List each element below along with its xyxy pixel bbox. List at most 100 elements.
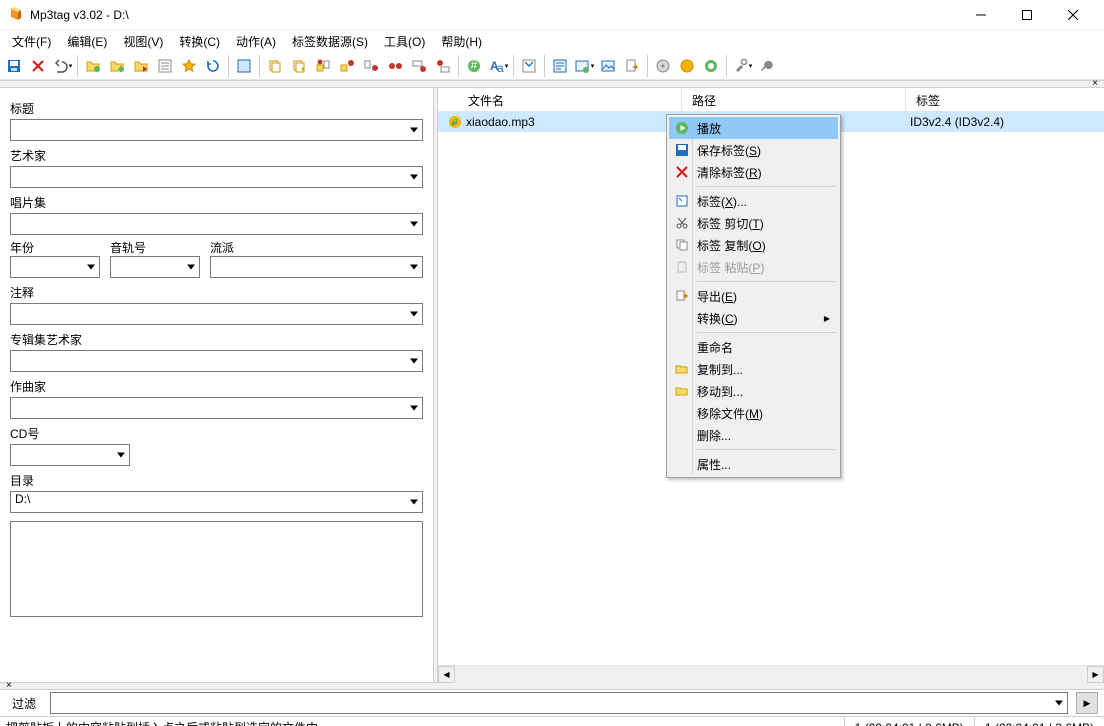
filter-close-x-icon[interactable]: × <box>6 682 12 690</box>
field-title[interactable] <box>10 119 423 141</box>
tb-move-icon[interactable] <box>287 54 311 78</box>
field-directory[interactable]: D:\ <box>10 491 423 513</box>
menu-tagsrc[interactable]: 标签数据源(S) <box>284 31 376 52</box>
tb-folder-add-icon[interactable] <box>105 54 129 78</box>
ctx-copy[interactable]: 标签 复制(O) <box>669 234 838 256</box>
ctx-copy-to[interactable]: 复制到... <box>669 358 838 380</box>
tb-copy-icon[interactable] <box>263 54 287 78</box>
svg-text:a: a <box>497 61 504 74</box>
col-tag[interactable]: 标签 <box>906 88 1104 111</box>
field-album[interactable] <box>10 213 423 235</box>
field-comment[interactable] <box>10 303 423 325</box>
tb-tag2file-2-icon[interactable] <box>335 54 359 78</box>
menu-help[interactable]: 帮助(H) <box>433 31 490 52</box>
content-area: 标题 艺术家 唱片集 年份 音轨号 流派 注释 专辑集艺术家 作曲家 CD号 目… <box>0 88 1104 682</box>
ctx-remove-file[interactable]: 移除文件(M) <box>669 402 838 424</box>
ctx-delete[interactable]: 删除... <box>669 424 838 446</box>
menu-edit[interactable]: 编辑(E) <box>59 31 115 52</box>
tb-tag2tag-icon[interactable] <box>383 54 407 78</box>
list-header: 文件名 路径 标签 <box>438 88 1104 112</box>
label-genre: 流派 <box>210 241 234 255</box>
filter-run-button[interactable]: ▶ <box>1076 692 1098 714</box>
label-artist: 艺术家 <box>10 147 423 164</box>
col-filename[interactable]: 文件名 <box>458 88 682 111</box>
cover-art-box[interactable] <box>10 521 423 617</box>
ctx-convert[interactable]: 转换(C)▶ <box>669 307 838 329</box>
tb-refresh-icon[interactable] <box>201 54 225 78</box>
cell-tag: ID3v2.4 (ID3v2.4) <box>910 115 1004 129</box>
export-icon <box>673 287 691 305</box>
filter-label: 过滤 <box>6 695 42 712</box>
filter-gripper[interactable]: × <box>0 682 1104 690</box>
panel-gripper-top[interactable]: × <box>0 80 1104 88</box>
tb-extended-tags-icon[interactable] <box>548 54 572 78</box>
tb-delete-icon[interactable] <box>26 54 50 78</box>
tb-undo-icon[interactable]: ▾ <box>50 54 74 78</box>
ctx-move-to[interactable]: 移动到... <box>669 380 838 402</box>
statusbar: 把剪贴板上的内容粘贴到插入点之后或粘贴到选定的文件中。 1 (00:04:01 … <box>0 716 1104 726</box>
ctx-clear-tag[interactable]: 清除标签(R) <box>669 161 838 183</box>
scroll-left-icon[interactable]: ◀ <box>438 666 455 683</box>
ctx-cut[interactable]: 标签 剪切(T) <box>669 212 838 234</box>
panel-close-x-icon[interactable]: × <box>1092 80 1098 88</box>
ctx-save-tag[interactable]: 保存标签(S) <box>669 139 838 161</box>
col-path[interactable]: 路径 <box>682 88 906 111</box>
tb-discogs-icon[interactable] <box>651 54 675 78</box>
menu-action[interactable]: 动作(A) <box>228 31 284 52</box>
file-list-panel: 文件名 路径 标签 xiaodao.mp3 ID3v2.4 (ID3v2.4) … <box>438 88 1104 682</box>
tb-tools-icon[interactable]: ▾ <box>730 54 754 78</box>
menu-convert[interactable]: 转换(C) <box>171 31 228 52</box>
label-composer: 作曲家 <box>10 378 423 395</box>
tb-actions-icon[interactable] <box>517 54 541 78</box>
minimize-button[interactable] <box>958 0 1004 30</box>
tb-tag2text-icon[interactable] <box>431 54 455 78</box>
tb-musicbrainz-icon[interactable] <box>699 54 723 78</box>
tb-tag2file-1-icon[interactable] <box>311 54 335 78</box>
window-title: Mp3tag v3.02 - D:\ <box>30 8 129 22</box>
tb-options-icon[interactable] <box>754 54 778 78</box>
tb-actions-quick-icon[interactable]: Aa▾ <box>486 54 510 78</box>
field-track[interactable] <box>110 256 200 278</box>
folder-move-icon <box>673 382 691 400</box>
tb-folder-play-icon[interactable] <box>129 54 153 78</box>
ctx-properties[interactable]: 属性... <box>669 453 838 475</box>
menu-file[interactable]: 文件(F) <box>4 31 59 52</box>
tb-tag-sources-icon[interactable]: ▾ <box>572 54 596 78</box>
tb-export-icon[interactable] <box>620 54 644 78</box>
field-cdno[interactable] <box>10 444 130 466</box>
filter-input[interactable] <box>50 692 1068 714</box>
audio-file-icon <box>448 115 462 129</box>
titlebar: Mp3tag v3.02 - D:\ <box>0 0 1104 30</box>
tb-folder-open-icon[interactable] <box>81 54 105 78</box>
menu-tools[interactable]: 工具(O) <box>376 31 433 52</box>
scroll-right-icon[interactable]: ▶ <box>1087 666 1104 683</box>
tb-save-icon[interactable] <box>2 54 26 78</box>
tb-web-source-icon[interactable] <box>675 54 699 78</box>
menu-view[interactable]: 视图(V) <box>115 31 171 52</box>
tb-text2tag-icon[interactable] <box>407 54 431 78</box>
ctx-play[interactable]: 播放 <box>669 117 838 139</box>
tb-playlist-icon[interactable] <box>153 54 177 78</box>
field-artist[interactable] <box>10 166 423 188</box>
status-total: 1 (00:04:01 | 3.6MB) <box>974 717 1104 726</box>
ctx-rename[interactable]: 重命名 <box>669 336 838 358</box>
tb-select-all-icon[interactable] <box>232 54 256 78</box>
ctx-paste: 标签 粘贴(P) <box>669 256 838 278</box>
close-button[interactable] <box>1050 0 1096 30</box>
ctx-export[interactable]: 导出(E) <box>669 285 838 307</box>
list-body[interactable]: xiaodao.mp3 ID3v2.4 (ID3v2.4) 播放 保存标签(S) <box>438 112 1104 665</box>
field-albumartist[interactable] <box>10 350 423 372</box>
tb-autonumber-icon[interactable]: # <box>462 54 486 78</box>
tb-favorite-icon[interactable] <box>177 54 201 78</box>
copy-icon <box>673 236 691 254</box>
list-hscroll[interactable]: ◀ ▶ <box>438 665 1104 682</box>
tb-file2tag-icon[interactable] <box>359 54 383 78</box>
maximize-button[interactable] <box>1004 0 1050 30</box>
ctx-tag[interactable]: 标签(X)... <box>669 190 838 212</box>
label-comment: 注释 <box>10 284 423 301</box>
field-composer[interactable] <box>10 397 423 419</box>
tb-cover-sources-icon[interactable] <box>596 54 620 78</box>
field-genre[interactable] <box>210 256 423 278</box>
field-year[interactable] <box>10 256 100 278</box>
tag-panel: 标题 艺术家 唱片集 年份 音轨号 流派 注释 专辑集艺术家 作曲家 CD号 目… <box>0 88 434 682</box>
